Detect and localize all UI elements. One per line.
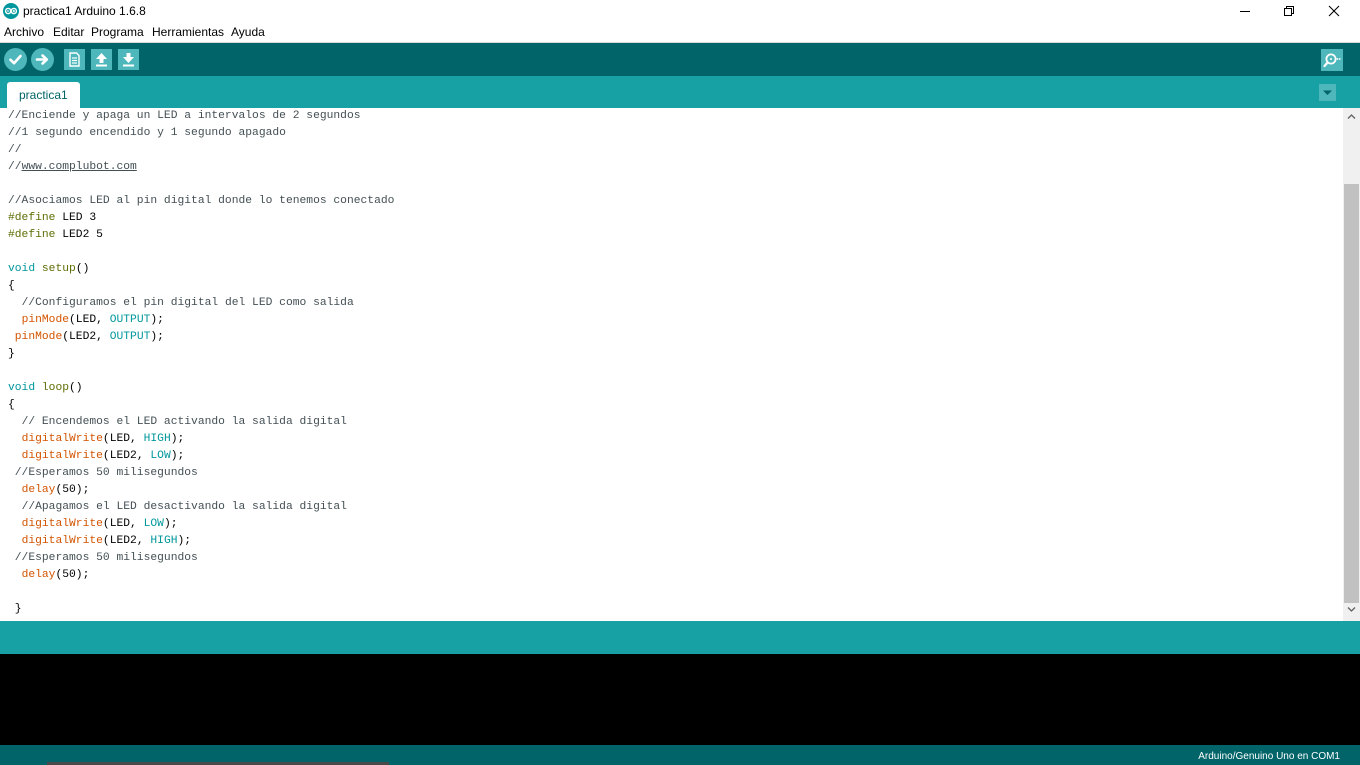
code-line: ​: [8, 176, 394, 193]
code-line: //Asociamos LED al pin digital donde lo …: [8, 195, 395, 207]
scroll-up-icon[interactable]: [1347, 112, 1356, 121]
tab-menu-button[interactable]: [1319, 84, 1336, 101]
save-button[interactable]: [118, 49, 139, 70]
code-line: pinMode(LED2, OUTPUT);: [14, 331, 164, 343]
tab-label: practica1: [19, 88, 68, 102]
code-line: digitalWrite(LED, LOW);: [21, 518, 178, 530]
menu-ayuda[interactable]: Ayuda: [231, 25, 265, 39]
minimize-button[interactable]: [1223, 0, 1267, 22]
check-icon: [9, 54, 22, 65]
new-file-icon: [69, 52, 80, 67]
code-line: }: [8, 348, 15, 360]
code-line: //Configuramos el pin digital del LED co…: [21, 297, 354, 309]
code-line: void loop(): [8, 382, 83, 394]
code-line: {: [8, 280, 15, 292]
code-line: void setup(): [8, 263, 90, 275]
open-button[interactable]: [91, 49, 112, 70]
menu-editar[interactable]: Editar: [53, 25, 84, 39]
verify-button[interactable]: [4, 48, 27, 71]
code-line: // Encendemos el LED activando la salida…: [21, 416, 347, 428]
scroll-down-icon[interactable]: [1347, 605, 1356, 614]
code-line: ​: [8, 584, 394, 601]
code-line: //: [8, 144, 22, 156]
code-line: #define LED 3: [8, 212, 97, 224]
restore-icon: [1284, 6, 1294, 16]
code-line: //www.complubot.com: [8, 161, 137, 173]
code-line: //Esperamos 50 milisegundos: [14, 552, 198, 564]
toolbar: [0, 43, 1360, 76]
title-bar: practica1 Arduino 1.6.8: [0, 0, 1360, 22]
minimize-icon: [1240, 11, 1250, 12]
menu-bar: Archivo Editar Programa Herramientas Ayu…: [0, 22, 1360, 43]
close-button[interactable]: [1312, 0, 1356, 22]
window-title: practica1 Arduino 1.6.8: [23, 4, 146, 18]
menu-archivo[interactable]: Archivo: [4, 25, 44, 39]
code-line: }: [8, 603, 22, 615]
magnifier-icon: [1323, 53, 1341, 68]
arduino-logo-icon: [3, 3, 19, 19]
code-editor[interactable]: //Enciende y apaga un LED a intervalos d…: [0, 108, 1343, 621]
triangle-down-icon: [1323, 90, 1332, 95]
arrow-down-icon: [123, 53, 134, 67]
tab-bar: practica1: [0, 76, 1360, 108]
status-message-bar: [0, 621, 1360, 654]
new-button[interactable]: [64, 49, 85, 70]
code-line: //1 segundo encendido y 1 segundo apagad…: [8, 127, 286, 139]
editor-scrollbar[interactable]: [1343, 108, 1360, 621]
serial-monitor-button[interactable]: [1321, 49, 1343, 71]
code-line: //Esperamos 50 milisegundos: [14, 467, 198, 479]
code-text[interactable]: //Enciende y apaga un LED a intervalos d…: [8, 108, 394, 618]
code-line: delay(50);: [21, 569, 90, 581]
code-line: delay(50);: [21, 484, 90, 496]
restore-button[interactable]: [1267, 0, 1311, 22]
scrollbar-thumb[interactable]: [1344, 184, 1359, 603]
close-icon: [1328, 5, 1340, 17]
code-line: ​: [8, 363, 394, 380]
console-output[interactable]: [0, 654, 1360, 745]
code-line: digitalWrite(LED, HIGH);: [21, 433, 185, 445]
code-line: digitalWrite(LED2, HIGH);: [21, 535, 192, 547]
code-line: {: [8, 399, 15, 411]
code-line: #define LED2 5: [8, 229, 103, 241]
code-line: pinMode(LED, OUTPUT);: [21, 314, 164, 326]
board-port-label: Arduino/Genuino Uno en COM1: [1198, 751, 1340, 762]
menu-herramientas[interactable]: Herramientas: [152, 25, 224, 39]
arrow-right-icon: [35, 54, 49, 65]
code-line: digitalWrite(LED2, LOW);: [21, 450, 185, 462]
code-line: ​: [8, 244, 394, 261]
tab-practica1[interactable]: practica1: [7, 82, 80, 108]
arrow-up-icon: [96, 53, 107, 67]
menu-programa[interactable]: Programa: [91, 25, 144, 39]
code-line: //Apagamos el LED desactivando la salida…: [21, 501, 347, 513]
code-line: //Enciende y apaga un LED a intervalos d…: [8, 110, 361, 122]
footer-bar: Arduino/Genuino Uno en COM1: [0, 745, 1360, 765]
upload-button[interactable]: [31, 48, 54, 71]
